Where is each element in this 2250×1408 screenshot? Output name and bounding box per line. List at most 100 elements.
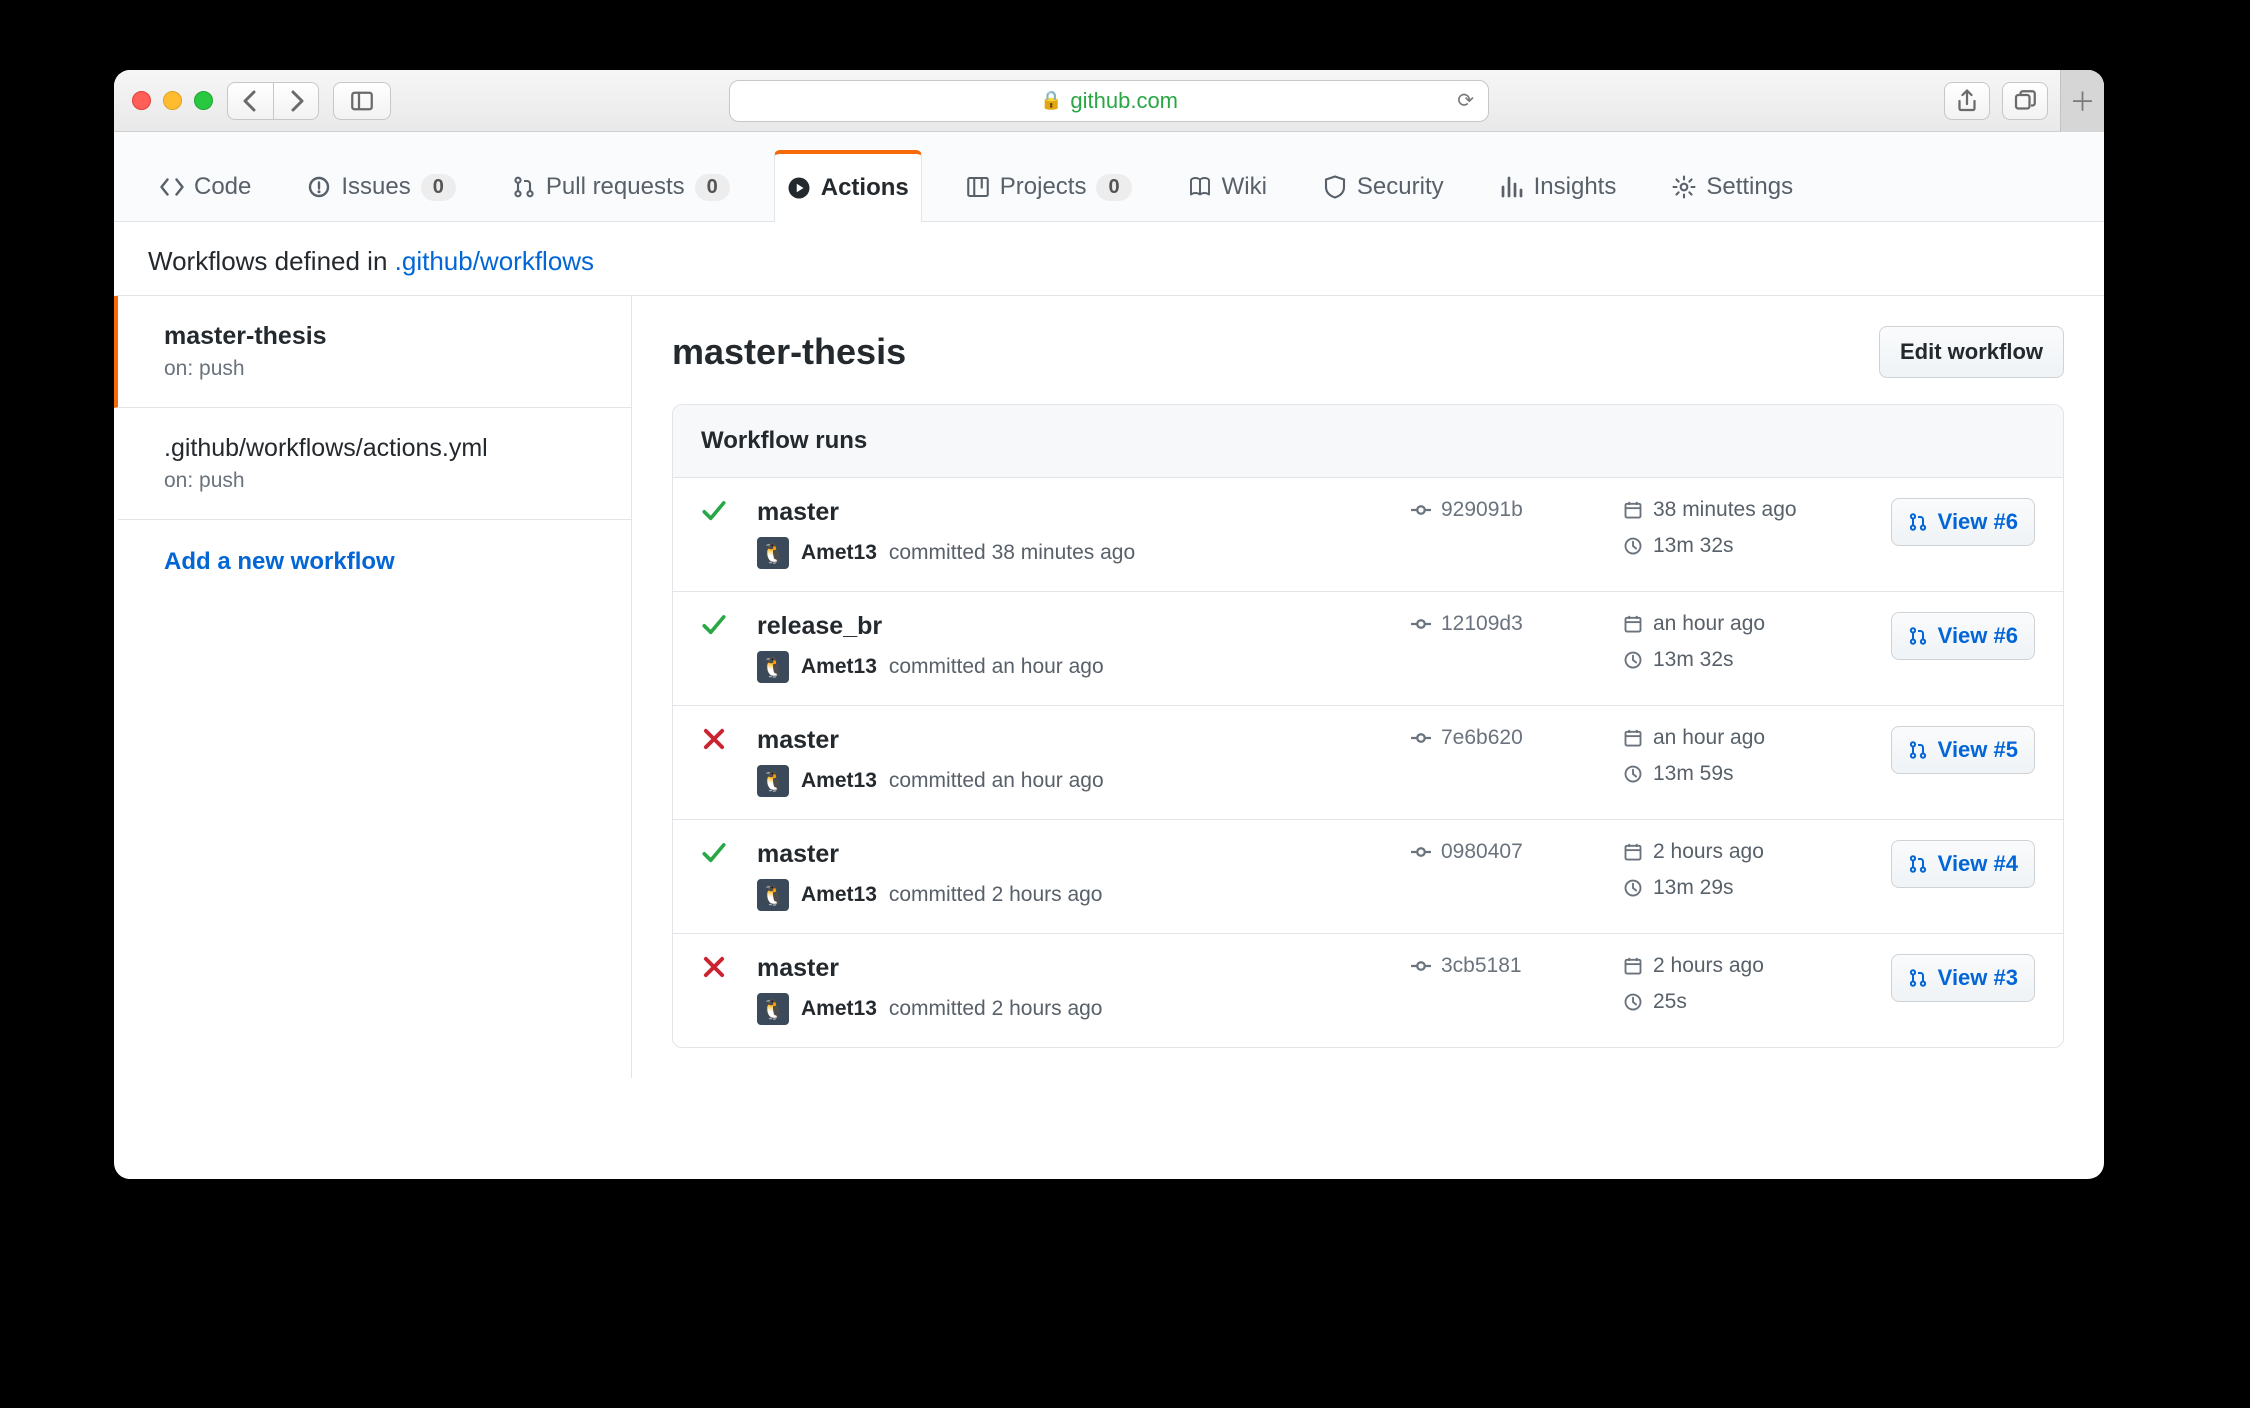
committed-text: committed an hour ago (889, 769, 1104, 793)
workflow-run-row[interactable]: release_br 🐧 Amet13 committed an hour ag… (673, 592, 2063, 706)
path-prefix: Workflows defined in (148, 246, 395, 276)
tab-label: Projects (1000, 173, 1087, 201)
url-domain: github.com (1070, 88, 1178, 114)
run-time: 2 hours ago (1653, 954, 1764, 978)
commit-sha[interactable]: 7e6b620 (1411, 726, 1611, 750)
tab-label: Issues (341, 173, 410, 201)
sidebar-toggle-button[interactable] (333, 82, 391, 120)
browser-titlebar: 🔒 github.com ⟳ ＋ (114, 70, 2104, 132)
view-label: View #5 (1938, 737, 2018, 763)
pull-request-icon (1908, 854, 1928, 874)
run-time: 38 minutes ago (1653, 498, 1797, 522)
tabs-icon (2013, 89, 2037, 113)
workflow-run-row[interactable]: master 🐧 Amet13 committed 2 hours ago 3c… (673, 934, 2063, 1047)
view-run-button[interactable]: View #6 (1891, 498, 2035, 546)
committed-text: committed 38 minutes ago (889, 541, 1135, 565)
run-meta: an hour ago 13m 32s (1623, 612, 1843, 672)
graph-icon (1500, 175, 1524, 199)
tab-wiki[interactable]: Wiki (1176, 149, 1279, 221)
committed-text: committed 2 hours ago (889, 997, 1103, 1021)
author-name[interactable]: Amet13 (801, 997, 877, 1021)
clock-icon (1623, 992, 1643, 1012)
branch-name: master (757, 954, 1399, 983)
author-name[interactable]: Amet13 (801, 541, 877, 565)
tab-pull-requests[interactable]: Pull requests 0 (500, 149, 742, 221)
tab-settings[interactable]: Settings (1660, 149, 1805, 221)
sha-text: 7e6b620 (1441, 726, 1523, 750)
commit-sha[interactable]: 929091b (1411, 498, 1611, 522)
tab-issues[interactable]: Issues 0 (295, 149, 468, 221)
calendar-icon (1623, 842, 1643, 862)
view-run-button[interactable]: View #3 (1891, 954, 2035, 1002)
back-button[interactable] (227, 82, 273, 120)
status-failure-icon (701, 954, 745, 985)
sidebar-icon (350, 89, 374, 113)
view-run-button[interactable]: View #6 (1891, 612, 2035, 660)
status-success-icon (701, 612, 745, 643)
tab-projects[interactable]: Projects 0 (954, 149, 1144, 221)
author-name[interactable]: Amet13 (801, 655, 877, 679)
repo-nav: Code Issues 0 Pull requests 0 Actions Pr… (114, 132, 2104, 222)
run-info: master 🐧 Amet13 committed 2 hours ago (757, 954, 1399, 1025)
minimize-window-button[interactable] (163, 91, 182, 110)
run-duration: 13m 32s (1653, 648, 1734, 672)
tab-code[interactable]: Code (148, 149, 263, 221)
calendar-icon (1623, 614, 1643, 634)
workflow-main: master-thesis Edit workflow Workflow run… (632, 295, 2104, 1078)
run-duration: 25s (1653, 990, 1687, 1014)
sidebar-item-actions-yml[interactable]: .github/workflows/actions.yml on: push (118, 408, 631, 520)
view-label: View #6 (1938, 623, 2018, 649)
calendar-icon (1623, 728, 1643, 748)
workflow-run-row[interactable]: master 🐧 Amet13 committed 38 minutes ago… (673, 478, 2063, 592)
sha-text: 0980407 (1441, 840, 1523, 864)
clock-icon (1623, 650, 1643, 670)
status-failure-icon (701, 726, 745, 757)
workflows-link[interactable]: .github/workflows (395, 246, 594, 276)
run-info: release_br 🐧 Amet13 committed an hour ag… (757, 612, 1399, 683)
chevron-right-icon (284, 89, 308, 113)
tab-label: Code (194, 173, 251, 201)
share-icon (1955, 89, 1979, 113)
view-run-button[interactable]: View #5 (1891, 726, 2035, 774)
clock-icon (1623, 536, 1643, 556)
count-badge: 0 (695, 174, 730, 201)
address-bar[interactable]: 🔒 github.com ⟳ (729, 80, 1489, 122)
branch-name: release_br (757, 612, 1399, 641)
reload-button[interactable]: ⟳ (1457, 88, 1474, 113)
close-window-button[interactable] (132, 91, 151, 110)
sidebar-item-title: master-thesis (164, 322, 585, 351)
workflow-run-row[interactable]: master 🐧 Amet13 committed 2 hours ago 09… (673, 820, 2063, 934)
branch-name: master (757, 840, 1399, 869)
workflows-path: Workflows defined in .github/workflows (114, 222, 2104, 295)
tab-actions[interactable]: Actions (774, 150, 922, 222)
clock-icon (1623, 878, 1643, 898)
new-tab-button[interactable]: ＋ (2060, 70, 2104, 132)
commit-sha[interactable]: 0980407 (1411, 840, 1611, 864)
workflow-run-row[interactable]: master 🐧 Amet13 committed an hour ago 7e… (673, 706, 2063, 820)
gear-icon (1672, 175, 1696, 199)
add-workflow-link[interactable]: Add a new workflow (118, 520, 631, 604)
pull-request-icon (1908, 626, 1928, 646)
commit-sha[interactable]: 3cb5181 (1411, 954, 1611, 978)
workflow-runs-box: Workflow runs master 🐧 Amet13 committed … (672, 404, 2064, 1048)
author-name[interactable]: Amet13 (801, 883, 877, 907)
tabs-button[interactable] (2002, 82, 2048, 120)
pull-request-icon (1908, 968, 1928, 988)
committed-text: committed an hour ago (889, 655, 1104, 679)
tab-label: Actions (821, 174, 909, 202)
edit-workflow-button[interactable]: Edit workflow (1879, 326, 2064, 378)
maximize-window-button[interactable] (194, 91, 213, 110)
view-run-button[interactable]: View #4 (1891, 840, 2035, 888)
tab-insights[interactable]: Insights (1488, 149, 1629, 221)
share-button[interactable] (1944, 82, 1990, 120)
count-badge: 0 (421, 174, 456, 201)
commit-sha[interactable]: 12109d3 (1411, 612, 1611, 636)
run-time: an hour ago (1653, 726, 1765, 750)
tab-security[interactable]: Security (1311, 149, 1456, 221)
sidebar-item-master-thesis[interactable]: master-thesis on: push (114, 296, 631, 408)
code-icon (160, 175, 184, 199)
avatar: 🐧 (757, 765, 789, 797)
forward-button[interactable] (273, 82, 319, 120)
runs-header: Workflow runs (673, 405, 2063, 478)
author-name[interactable]: Amet13 (801, 769, 877, 793)
